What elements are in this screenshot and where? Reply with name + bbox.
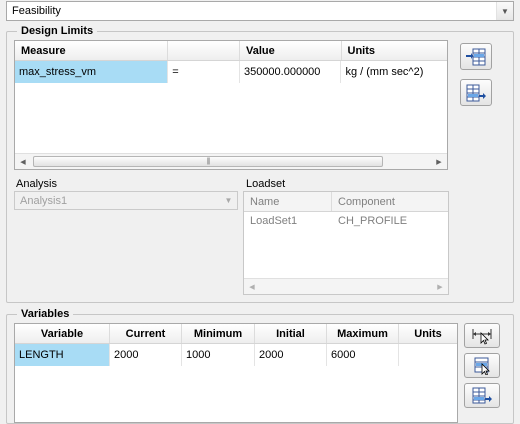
chevron-down-icon[interactable]: ▼: [496, 2, 513, 20]
variables-table: Variable Current Minimum Initial Maximum…: [14, 323, 458, 423]
loadset-component-cell: CH_PROFILE: [338, 215, 408, 227]
table-header: Variable Current Minimum Initial Maximum…: [15, 324, 457, 344]
design-limits-table: Measure Value Units max_stress_vm = 3500…: [14, 40, 448, 170]
table-header: Name Component: [244, 192, 448, 212]
append-variable-button[interactable]: [464, 383, 500, 408]
goal-type-value: Feasibility: [12, 5, 61, 17]
column-header-minimum[interactable]: Minimum: [182, 324, 255, 343]
loadset-label: Loadset: [246, 178, 286, 190]
column-header-units[interactable]: Units: [342, 41, 448, 60]
column-header-maximum[interactable]: Maximum: [327, 324, 399, 343]
select-dimension-icon: [472, 328, 492, 345]
design-limits-title: Design Limits: [17, 25, 98, 38]
column-header-units[interactable]: Units: [399, 324, 457, 343]
scroll-left-icon[interactable]: ◀: [15, 154, 31, 170]
scroll-thumb[interactable]: |||: [33, 156, 383, 167]
scroll-right-icon[interactable]: ▶: [431, 154, 447, 170]
append-limit-button[interactable]: [460, 79, 492, 106]
minimum-cell[interactable]: 1000: [182, 344, 255, 366]
operator-cell[interactable]: =: [168, 61, 240, 83]
table-row: LoadSet1 CH_PROFILE: [244, 212, 448, 230]
scroll-track[interactable]: |||: [31, 154, 431, 169]
column-header-variable[interactable]: Variable: [15, 324, 110, 343]
variable-cell[interactable]: LENGTH: [15, 344, 110, 366]
select-parameter-icon: [474, 357, 490, 375]
table-row[interactable]: max_stress_vm = 350000.000000 kg / (mm s…: [15, 61, 447, 83]
scroll-track[interactable]: [260, 279, 432, 294]
loadset-name-cell: LoadSet1: [250, 215, 298, 227]
table-row[interactable]: LENGTH 2000 1000 2000 6000: [15, 344, 457, 366]
value-cell[interactable]: 350000.000000: [240, 61, 342, 83]
insert-limit-button[interactable]: [460, 43, 492, 70]
variable-units-cell[interactable]: [399, 344, 457, 366]
loadset-table: Name Component LoadSet1 CH_PROFILE ◀ ▶: [243, 191, 449, 295]
column-header-name: Name: [244, 192, 332, 211]
table-append-icon: [472, 387, 492, 403]
table-append-icon: [466, 84, 486, 101]
column-header-current[interactable]: Current: [110, 324, 182, 343]
initial-cell[interactable]: 2000: [255, 344, 327, 366]
current-cell[interactable]: 2000: [110, 344, 182, 366]
analysis-dropdown[interactable]: Analysis1 ▼: [14, 191, 238, 210]
column-header-component: Component: [338, 195, 395, 208]
column-header-measure[interactable]: Measure: [15, 41, 169, 60]
column-header-initial[interactable]: Initial: [255, 324, 327, 343]
horizontal-scrollbar[interactable]: ◀ ▶: [244, 278, 448, 294]
table-insert-icon: [466, 48, 486, 65]
horizontal-scrollbar[interactable]: ◀ ||| ▶: [15, 153, 447, 169]
select-parameter-button[interactable]: [464, 353, 500, 378]
measure-cell[interactable]: max_stress_vm: [15, 61, 169, 83]
analysis-label: Analysis: [16, 178, 57, 190]
chevron-down-icon[interactable]: ▼: [220, 192, 237, 209]
column-header-operator[interactable]: [168, 41, 240, 60]
scroll-left-icon[interactable]: ◀: [244, 279, 260, 295]
column-header-value[interactable]: Value: [240, 41, 342, 60]
goal-type-dropdown[interactable]: Feasibility ▼: [6, 1, 514, 21]
units-cell[interactable]: kg / (mm sec^2): [341, 61, 447, 83]
maximum-cell[interactable]: 6000: [327, 344, 399, 366]
scroll-right-icon[interactable]: ▶: [432, 279, 448, 295]
select-dimension-button[interactable]: [464, 323, 500, 348]
variables-title: Variables: [17, 308, 74, 321]
table-header: Measure Value Units: [15, 41, 447, 61]
analysis-value: Analysis1: [20, 194, 68, 207]
